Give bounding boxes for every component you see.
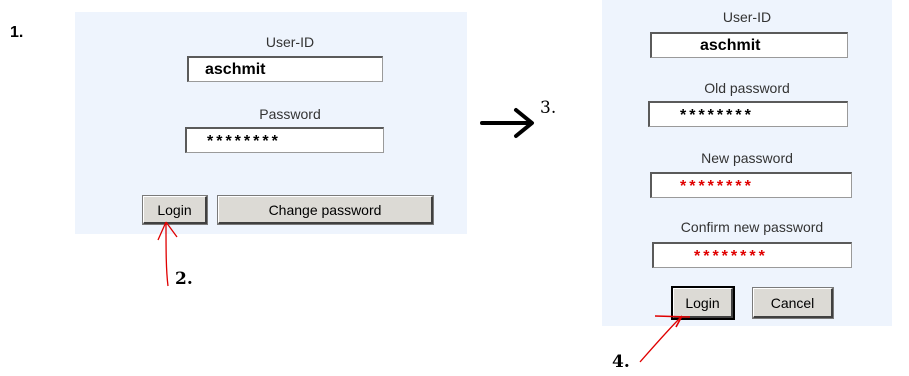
arrow-right-icon bbox=[480, 108, 534, 138]
annotation-overlay bbox=[157, 108, 691, 363]
red-pointer-arrow-icon bbox=[157, 221, 178, 287]
red-pointer-arrow-icon bbox=[639, 315, 691, 363]
